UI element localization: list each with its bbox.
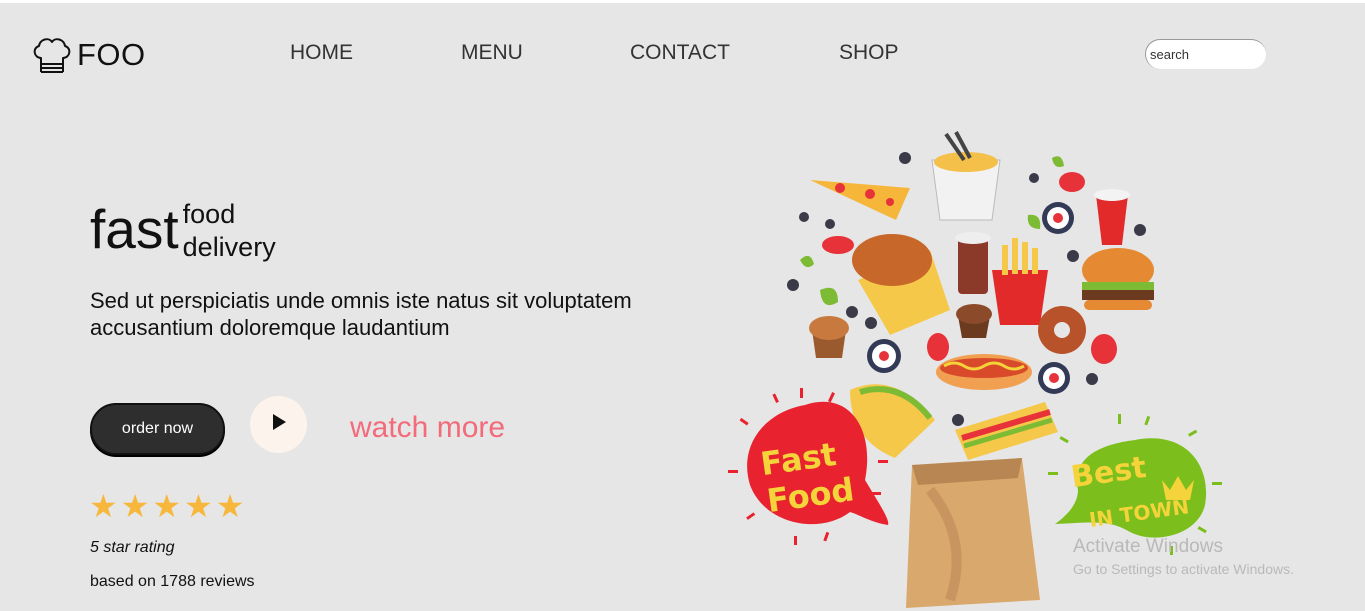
reviews-label: based on 1788 reviews: [90, 573, 255, 590]
top-border: [0, 0, 1365, 3]
nav-home[interactable]: HOME: [290, 41, 353, 65]
hero-title: fast food delivery: [90, 198, 276, 264]
hero-title-delivery: delivery: [182, 232, 276, 262]
play-video-button[interactable]: [250, 396, 307, 453]
nav-menu[interactable]: MENU: [461, 41, 523, 65]
activate-windows-watermark: Activate Windows Go to Settings to activ…: [1073, 536, 1294, 579]
order-now-button[interactable]: order now: [90, 403, 225, 455]
star-icon: ★: [184, 487, 213, 525]
star-icon: ★: [152, 487, 182, 525]
chef-hat-icon: [31, 34, 73, 76]
search-input[interactable]: [1145, 39, 1266, 69]
watch-more-link[interactable]: watch more: [350, 411, 505, 445]
best-in-town-badge: Best IN TOWN: [1048, 414, 1222, 555]
logo-text: FOO: [77, 37, 146, 72]
watermark-title: Activate Windows: [1073, 536, 1223, 557]
hero-description: Sed ut perspiciatis unde omnis iste natu…: [90, 288, 632, 340]
logo[interactable]: FOO: [31, 34, 146, 76]
hero-title-food: food: [182, 199, 236, 229]
play-icon: [270, 413, 288, 436]
hero-title-small: food delivery: [183, 198, 276, 264]
star-rating: ★ ★ ★ ★ ★: [89, 488, 244, 524]
watermark-subtitle: Go to Settings to activate Windows.: [1073, 561, 1294, 577]
rating-label: 5 star rating: [90, 539, 175, 556]
star-icon: ★: [215, 487, 245, 525]
nav-contact[interactable]: CONTACT: [630, 41, 730, 65]
nav-shop[interactable]: SHOP: [839, 41, 899, 65]
star-icon: ★: [89, 487, 118, 525]
star-icon: ★: [120, 487, 150, 525]
hero-title-big: fast: [90, 198, 179, 260]
